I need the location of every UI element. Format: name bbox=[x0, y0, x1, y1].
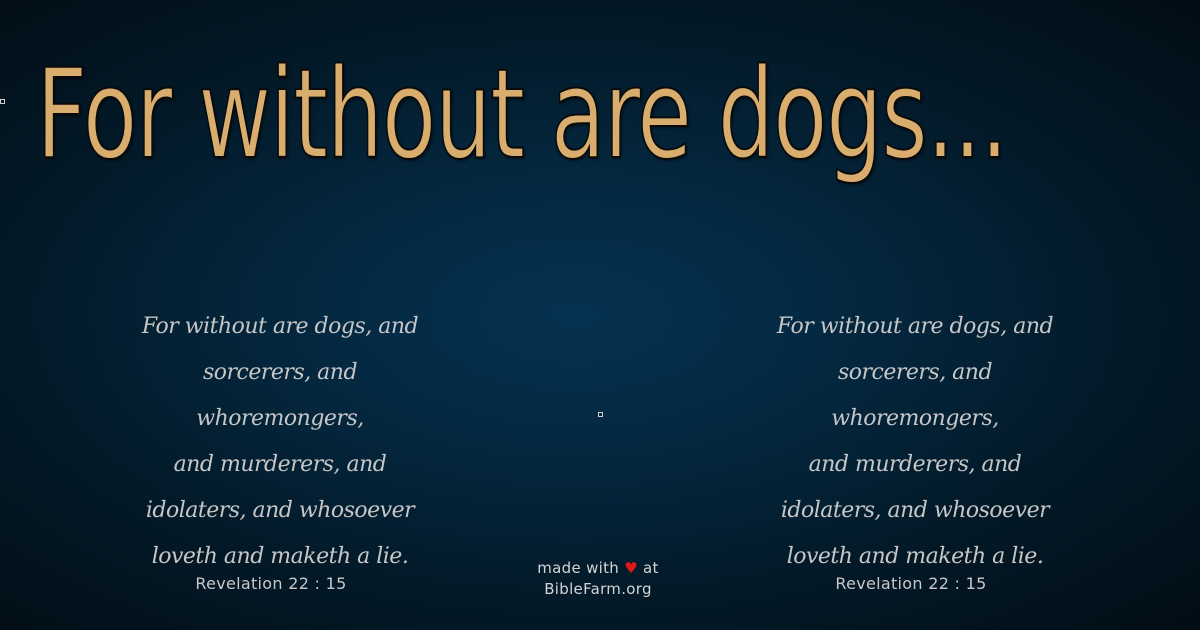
reference-right: Revelation 22 : 15 bbox=[835, 574, 987, 593]
marker-square-left bbox=[0, 99, 5, 104]
credit-suffix: at bbox=[643, 559, 659, 577]
headline-title: For without are dogs... bbox=[35, 42, 1009, 188]
credit-line-1: made with ♥ at bbox=[478, 558, 718, 579]
verse-left-line-4: idolaters, and whosoever bbox=[145, 498, 415, 523]
verse-left-line-3: and murderers, and bbox=[173, 452, 387, 477]
verse-left-line-1: For without are dogs, and bbox=[141, 314, 419, 339]
credit-site-link[interactable]: BibleFarm.org bbox=[478, 579, 718, 600]
verse-right: For without are dogs, and sorcerers, and… bbox=[765, 304, 1065, 580]
credit-footer: made with ♥ at BibleFarm.org bbox=[478, 558, 718, 600]
verse-right-line-1: For without are dogs, and bbox=[776, 314, 1054, 339]
credit-prefix: made with bbox=[537, 559, 620, 577]
verse-right-line-3: and murderers, and bbox=[808, 452, 1022, 477]
reference-left: Revelation 22 : 15 bbox=[195, 574, 347, 593]
verse-right-line-2: sorcerers, and whoremongers, bbox=[831, 360, 999, 431]
verse-left: For without are dogs, and sorcerers, and… bbox=[130, 304, 430, 580]
heart-icon: ♥ bbox=[624, 559, 638, 577]
verse-left-line-2: sorcerers, and whoremongers, bbox=[196, 360, 364, 431]
marker-square-center bbox=[598, 412, 603, 417]
verse-right-line-4: idolaters, and whosoever bbox=[780, 498, 1050, 523]
